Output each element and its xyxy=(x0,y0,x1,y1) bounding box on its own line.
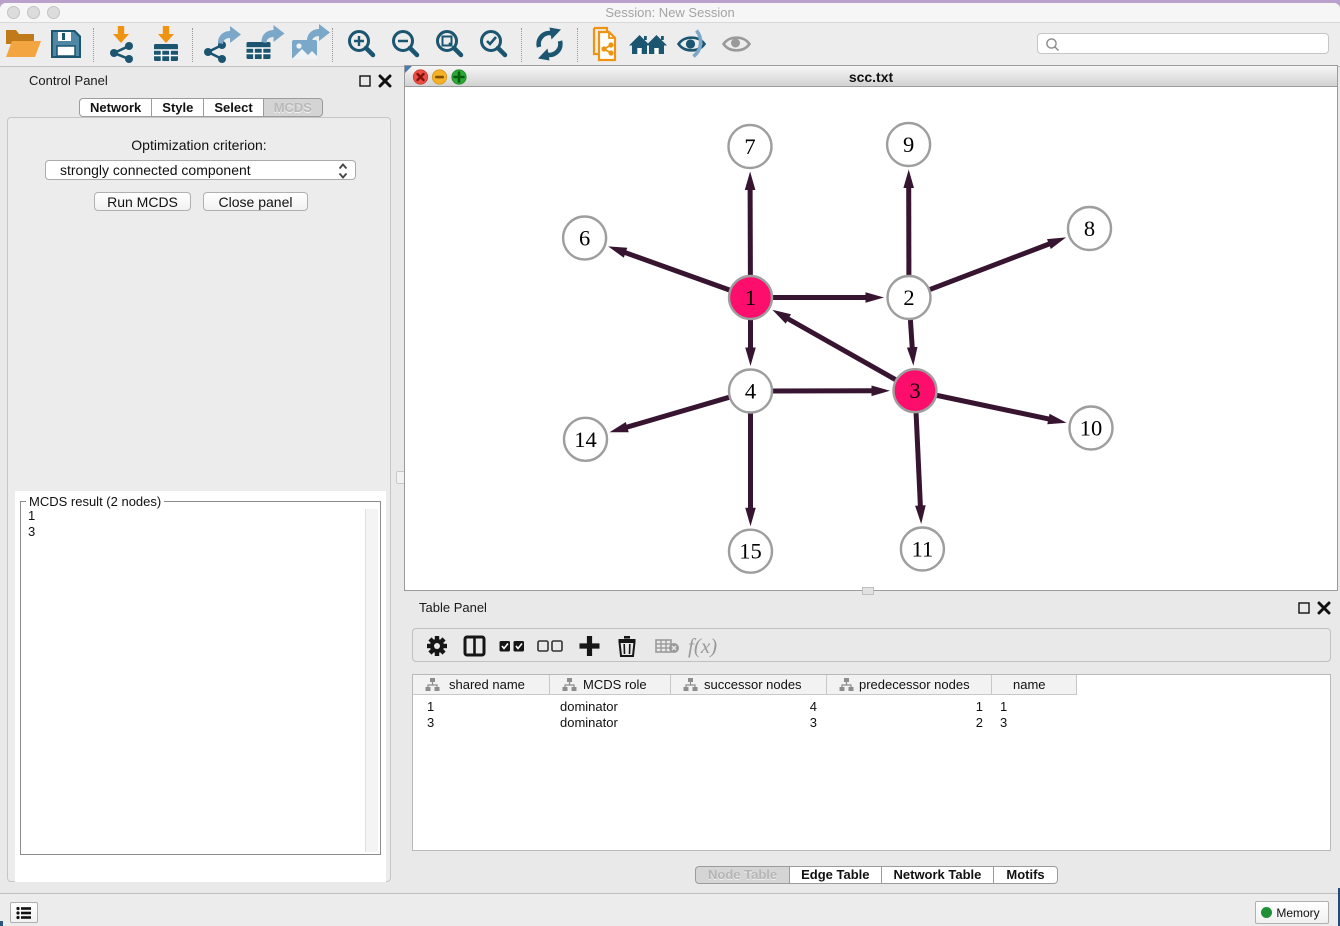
svg-text:9: 9 xyxy=(903,132,914,157)
svg-text:6: 6 xyxy=(579,226,590,251)
svg-text:15: 15 xyxy=(739,539,762,564)
svg-text:7: 7 xyxy=(744,134,755,159)
svg-text:1: 1 xyxy=(745,285,756,310)
svg-text:8: 8 xyxy=(1084,216,1095,241)
svg-text:10: 10 xyxy=(1080,416,1103,441)
svg-text:2: 2 xyxy=(903,285,914,310)
svg-text:3: 3 xyxy=(909,378,920,403)
svg-text:14: 14 xyxy=(574,427,597,452)
svg-text:f(x): f(x) xyxy=(688,634,717,658)
svg-text:11: 11 xyxy=(912,537,934,562)
svg-text:4: 4 xyxy=(745,379,756,404)
